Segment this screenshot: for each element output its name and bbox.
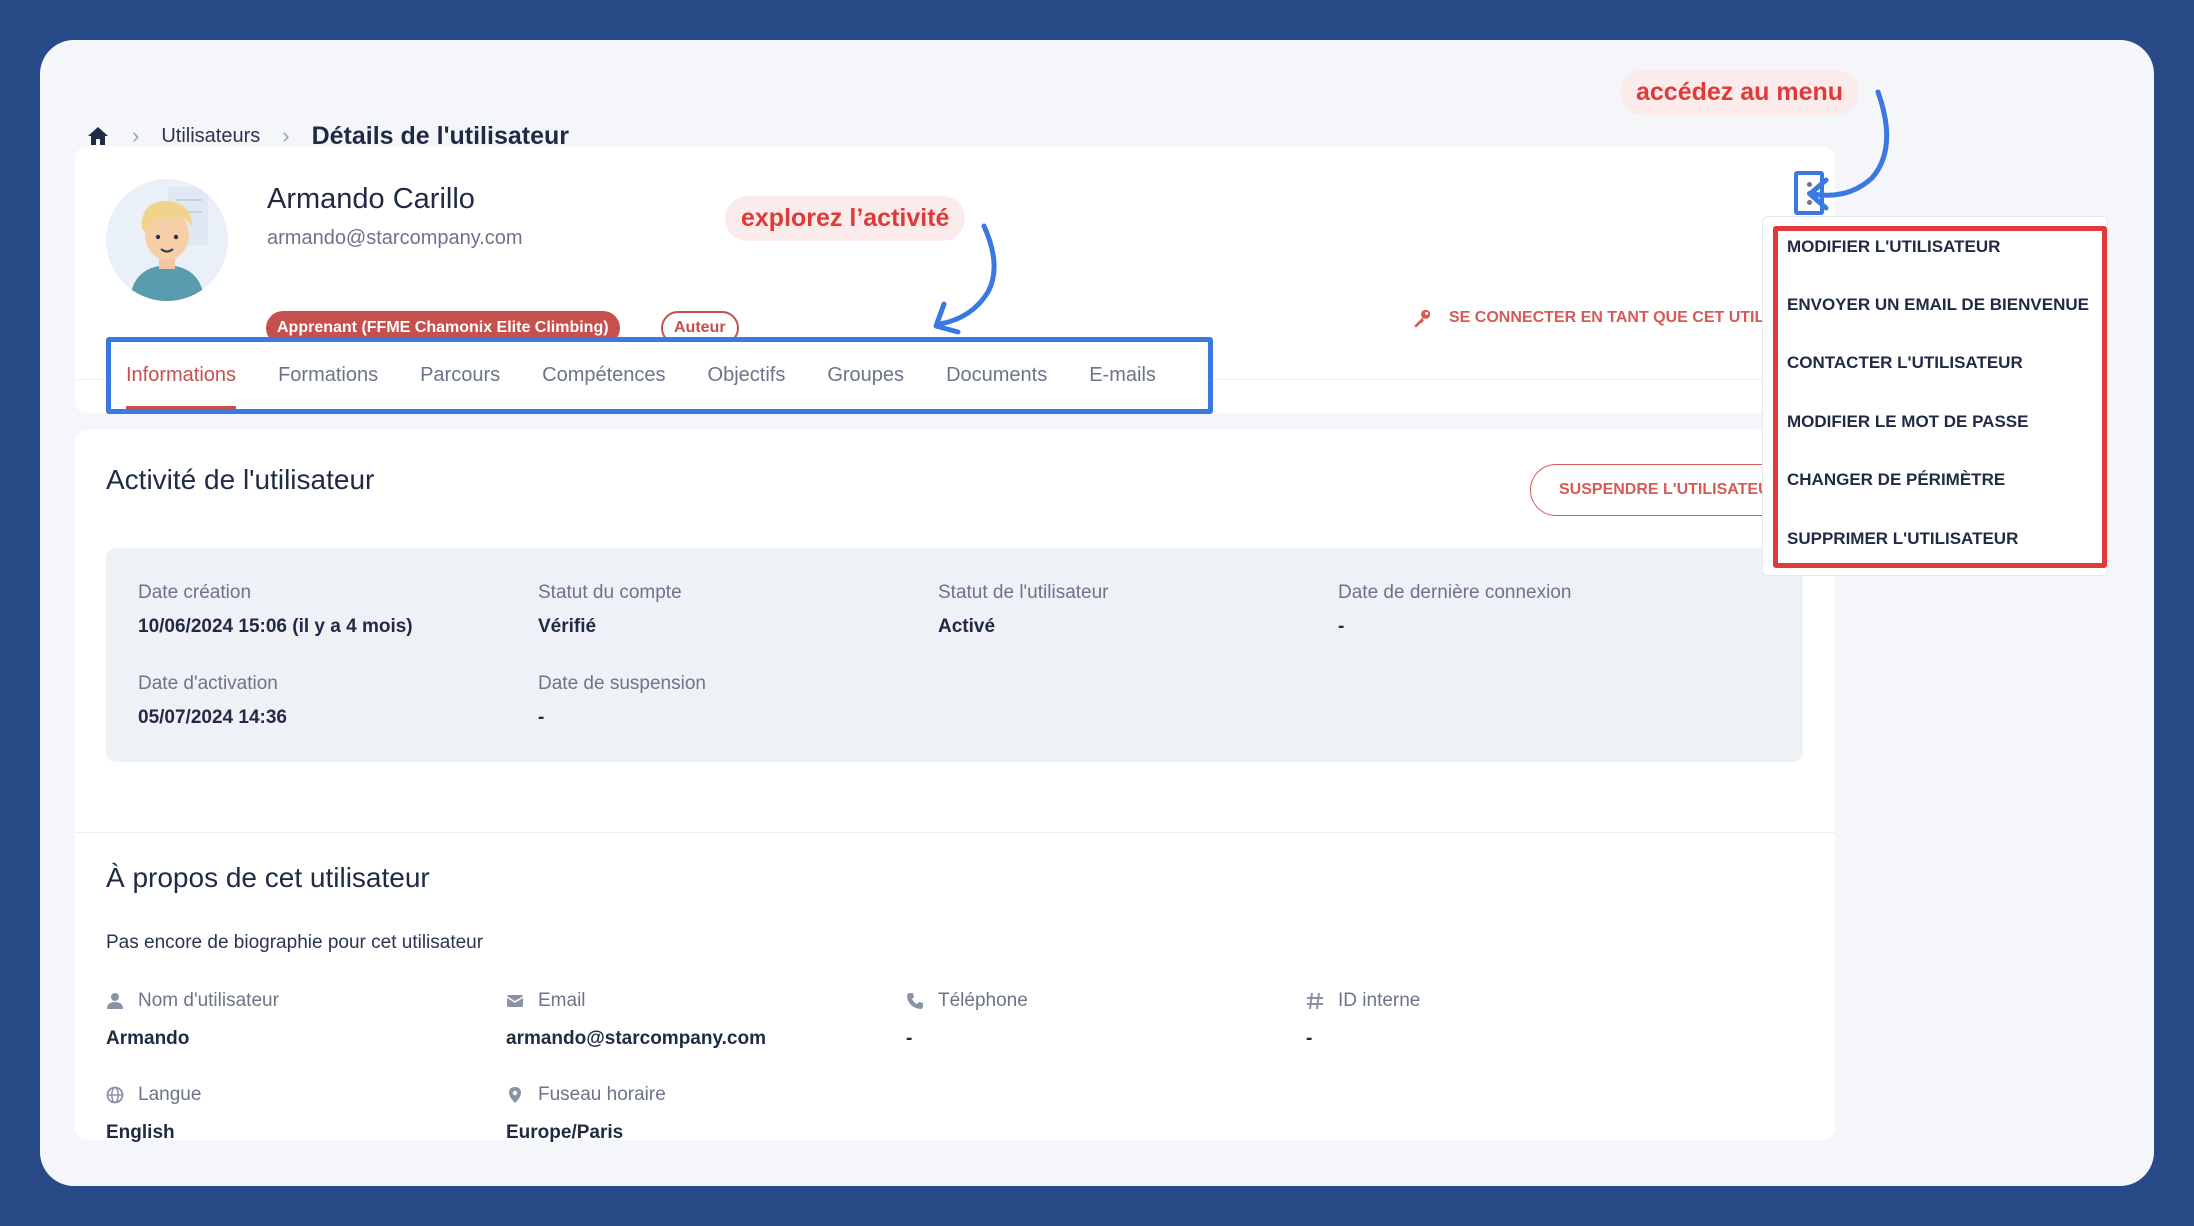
more-menu-button[interactable] [1794, 171, 1824, 215]
user-email: armando@starcompany.com [267, 227, 523, 249]
field-suspension-date: Date de suspension - [538, 673, 706, 729]
info-value: Europe/Paris [506, 1122, 624, 1143]
field-label: Date création [138, 582, 252, 603]
tab-formations[interactable]: Formations [278, 342, 378, 409]
key-icon [1414, 309, 1431, 328]
info-value: - [1306, 1028, 1313, 1049]
field-account-status: Statut du compte Vérifié [538, 582, 682, 638]
user-icon [107, 993, 123, 1009]
impersonate-label: SE CONNECTER EN TANT QUE CET UTILISATEUR [1449, 309, 1794, 326]
dot-icon [1806, 199, 1812, 205]
field-last-login: Date de dernière connexion - [1338, 582, 1571, 638]
tab-groupes[interactable]: Groupes [827, 342, 904, 409]
divider [75, 832, 1835, 833]
bio-text: Pas encore de biographie pour cet utilis… [106, 932, 484, 953]
info-label: Fuseau horaire [538, 1084, 666, 1105]
info-value: Armando [106, 1028, 190, 1049]
impersonate-link[interactable]: SE CONNECTER EN TANT QUE CET UTILISATEUR [1411, 307, 1794, 329]
tab-objectifs[interactable]: Objectifs [708, 342, 786, 409]
main-card: Activité de l'utilisateur SUSPENDRE L'UT… [75, 430, 1835, 1143]
info-username: Nom d'utilisateur Armando [106, 990, 279, 1050]
activity-panel: Date création 10/06/2024 15:06 (il y a 4… [106, 548, 1803, 762]
tab-informations[interactable]: Informations [126, 342, 237, 409]
tab-documents[interactable]: Documents [946, 342, 1047, 409]
chevron-right-icon: › [282, 123, 290, 148]
avatar [106, 179, 228, 301]
field-value: Vérifié [538, 616, 597, 637]
dot-icon [1806, 190, 1812, 196]
info-label: Nom d'utilisateur [138, 990, 279, 1011]
info-language: Langue English [106, 1084, 201, 1144]
phone-icon [907, 993, 923, 1009]
menu-item-change-password[interactable]: MODIFIER LE MOT DE PASSE [1787, 412, 2028, 432]
field-value: 05/07/2024 14:36 [138, 707, 287, 728]
dot-icon [1806, 181, 1812, 187]
field-activation-date: Date d'activation 05/07/2024 14:36 [138, 673, 287, 729]
info-value: - [906, 1028, 913, 1049]
tab-parcours[interactable]: Parcours [420, 342, 500, 409]
info-timezone: Fuseau horaire Europe/Paris [506, 1084, 666, 1144]
field-label: Statut du compte [538, 582, 682, 603]
menu-item-send-welcome-email[interactable]: ENVOYER UN EMAIL DE BIENVENUE [1787, 295, 2089, 315]
info-value: armando@starcompany.com [506, 1028, 766, 1049]
field-value: - [1338, 616, 1345, 637]
info-label: Téléphone [938, 990, 1028, 1011]
field-date-creation: Date création 10/06/2024 15:06 (il y a 4… [138, 582, 413, 638]
hash-icon [1307, 992, 1323, 1010]
annotation-activity: explorez l’activité [725, 196, 966, 241]
tab-bar: Informations Formations Parcours Compéte… [106, 337, 1213, 414]
actions-dropdown: MODIFIER L'UTILISATEUR ENVOYER UN EMAIL … [1762, 216, 2108, 576]
field-label: Date de dernière connexion [1338, 582, 1572, 603]
menu-item-contact-user[interactable]: CONTACTER L'UTILISATEUR [1787, 353, 2023, 373]
dropdown-highlight: MODIFIER L'UTILISATEUR ENVOYER UN EMAIL … [1773, 226, 2107, 568]
breadcrumb-users-link[interactable]: Utilisateurs [161, 125, 260, 148]
map-pin-icon [509, 1087, 521, 1103]
field-value: 10/06/2024 15:06 (il y a 4 mois) [138, 616, 413, 637]
activity-title: Activité de l'utilisateur [106, 464, 375, 495]
info-label: Langue [138, 1084, 202, 1105]
field-value: Activé [938, 616, 996, 637]
about-title: À propos de cet utilisateur [106, 862, 430, 893]
info-phone: Téléphone - [906, 990, 1028, 1050]
menu-item-edit-user[interactable]: MODIFIER L'UTILISATEUR [1787, 237, 2000, 257]
envelope-icon [506, 995, 524, 1007]
tab-competences[interactable]: Compétences [542, 342, 665, 409]
home-icon[interactable] [86, 124, 110, 148]
user-name: Armando Carillo [267, 183, 475, 215]
suspend-user-button[interactable]: SUSPENDRE L'UTILISATEUR [1530, 464, 1790, 516]
annotation-menu: accédez au menu [1620, 70, 1860, 115]
menu-item-delete-user[interactable]: SUPPRIMER L'UTILISATEUR [1787, 529, 2018, 549]
info-email: Email armando@starcompany.com [506, 990, 766, 1050]
tab-emails[interactable]: E-mails [1089, 342, 1156, 409]
chevron-right-icon: › [132, 123, 140, 148]
field-label: Date de suspension [538, 673, 706, 694]
field-label: Date d'activation [138, 673, 278, 694]
info-label: ID interne [1338, 990, 1421, 1011]
field-user-status: Statut de l'utilisateur Activé [938, 582, 1109, 638]
info-label: Email [538, 990, 586, 1011]
globe-icon [106, 1086, 124, 1104]
field-value: - [538, 707, 545, 728]
field-label: Statut de l'utilisateur [938, 582, 1109, 603]
info-value: English [106, 1122, 175, 1143]
menu-item-change-scope[interactable]: CHANGER DE PÉRIMÈTRE [1787, 470, 2005, 490]
info-internal-id: ID interne - [1306, 990, 1420, 1050]
app-window: › Utilisateurs › Détails de l'utilisateu… [40, 40, 2154, 1186]
